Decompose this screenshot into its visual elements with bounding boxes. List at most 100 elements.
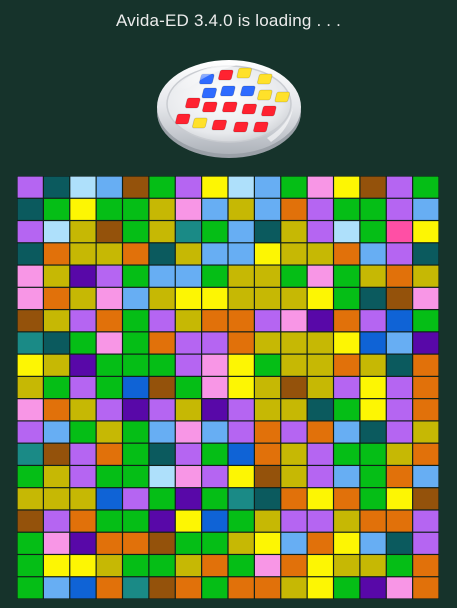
grid-cell (149, 510, 175, 532)
grid-cell (281, 577, 307, 599)
grid-cell (413, 243, 439, 265)
dish-colony-square (201, 87, 217, 99)
grid-cell (386, 354, 413, 376)
grid-cell (123, 176, 149, 198)
grid-cell (175, 198, 202, 220)
grid-cell (254, 443, 281, 465)
grid-cell (334, 399, 360, 421)
grid-cell (123, 555, 149, 577)
grid-cell (307, 176, 333, 198)
grid-cell (17, 488, 43, 510)
grid-cell (281, 265, 307, 287)
grid-cell (96, 399, 122, 421)
grid-cell (175, 310, 202, 332)
grid-cell (334, 287, 360, 309)
grid-cell (281, 310, 307, 332)
grid-cell (149, 399, 175, 421)
grid-cell (96, 243, 122, 265)
grid-cell (228, 577, 254, 599)
grid-cell (254, 376, 281, 399)
grid-cell (43, 466, 70, 488)
grid-cell (254, 265, 281, 287)
grid-cell (228, 510, 254, 532)
grid-cell (228, 376, 254, 399)
grid-cell (123, 532, 149, 554)
grid-cell (175, 376, 202, 399)
grid-cell (334, 488, 360, 510)
grid-cell (386, 376, 413, 399)
dish-colony-square (257, 89, 273, 101)
grid-cell (149, 466, 175, 488)
grid-cell (43, 488, 70, 510)
grid-cell (307, 399, 333, 421)
grid-cell (307, 287, 333, 309)
grid-cell (43, 310, 70, 332)
grid-cell (413, 399, 439, 421)
grid-cell (175, 532, 202, 554)
grid-cell (202, 332, 228, 354)
grid-cell (281, 243, 307, 265)
grid-cell (175, 555, 202, 577)
grid-cell (175, 443, 202, 465)
grid-cell (149, 354, 175, 376)
grid-cell (386, 243, 413, 265)
grid-cell (360, 310, 386, 332)
grid-cell (123, 421, 149, 443)
grid-cell (17, 376, 43, 399)
grid-cell (70, 399, 96, 421)
grid-cell (360, 443, 386, 465)
grid-cell (228, 198, 254, 220)
grid-cell (123, 399, 149, 421)
dish-colony-square (185, 97, 201, 109)
grid-cell (307, 443, 333, 465)
grid-cell (386, 332, 413, 354)
grid-cell (386, 555, 413, 577)
grid-cell (334, 310, 360, 332)
grid-cell (228, 399, 254, 421)
grid-cell (360, 399, 386, 421)
grid-cell (334, 555, 360, 577)
grid-cell (413, 354, 439, 376)
grid-cell (413, 332, 439, 354)
grid-cell (334, 510, 360, 532)
grid-cell (96, 488, 122, 510)
grid-cell (254, 399, 281, 421)
grid-cell (254, 577, 281, 599)
grid-cell (254, 243, 281, 265)
grid-cell (254, 310, 281, 332)
grid-cell (43, 555, 70, 577)
grid-cell (386, 510, 413, 532)
dish-colony-square (253, 121, 269, 133)
grid-cell (70, 198, 96, 220)
grid-cell (149, 221, 175, 243)
grid-cell (307, 510, 333, 532)
grid-cell (123, 265, 149, 287)
grid-cell (202, 265, 228, 287)
grid-cell (96, 310, 122, 332)
grid-cell (123, 354, 149, 376)
grid-cell (228, 221, 254, 243)
grid-cell (360, 243, 386, 265)
grid-cell (149, 243, 175, 265)
grid-cell (17, 399, 43, 421)
grid-cell (334, 221, 360, 243)
grid-cell (123, 332, 149, 354)
grid-cell (175, 510, 202, 532)
grid-cell (386, 399, 413, 421)
grid-cell (123, 488, 149, 510)
grid-cell (202, 399, 228, 421)
grid-cell (386, 577, 413, 599)
grid-cell (254, 466, 281, 488)
grid-cell (307, 354, 333, 376)
grid-cell (360, 555, 386, 577)
grid-cell (281, 198, 307, 220)
grid-cell (43, 443, 70, 465)
grid-cell (228, 243, 254, 265)
grid-cell (334, 198, 360, 220)
grid-cell (175, 265, 202, 287)
grid-cell (96, 265, 122, 287)
grid-cell (70, 243, 96, 265)
grid-cell (70, 376, 96, 399)
dish-colony-square (257, 73, 273, 85)
grid-cell (386, 532, 413, 554)
